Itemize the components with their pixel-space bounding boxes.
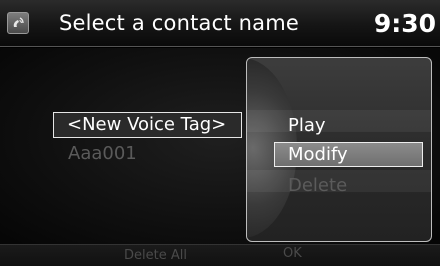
clock: 9:30 [373, 9, 436, 38]
navigation-screen: Select a contact name 9:30 <New Voice Ta… [0, 0, 440, 266]
bottom-bar: Delete All OK [0, 244, 440, 266]
popup-row-background [247, 110, 431, 132]
contact-item-aaa001[interactable]: Aaa001 [68, 143, 137, 164]
options-popup-menu: Play Modify Delete [246, 57, 432, 242]
page-title: Select a contact name [59, 11, 300, 35]
header-bar: Select a contact name 9:30 [0, 0, 440, 47]
voice-command-icon [7, 12, 29, 34]
new-voice-tag-item[interactable]: <New Voice Tag> [53, 112, 242, 138]
play-menu-item[interactable]: Play [288, 115, 326, 136]
delete-menu-item[interactable]: Delete [288, 175, 347, 196]
ok-button[interactable]: OK [283, 246, 302, 261]
modify-menu-item[interactable]: Modify [274, 142, 423, 167]
delete-all-button[interactable]: Delete All [124, 248, 187, 263]
